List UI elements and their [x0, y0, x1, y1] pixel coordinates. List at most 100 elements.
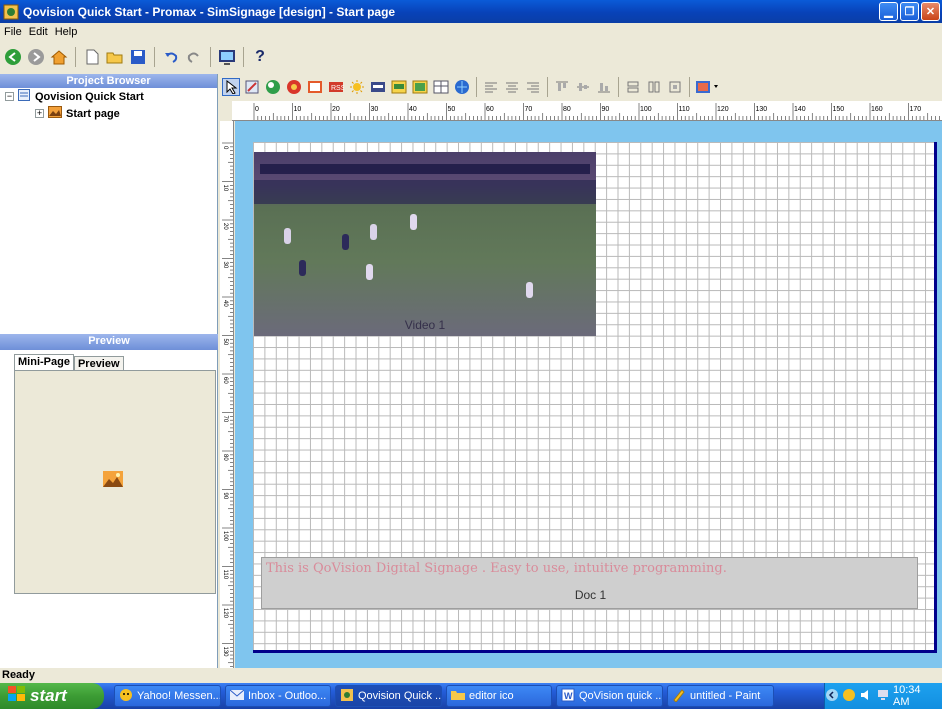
- ruler-label: 20: [222, 223, 228, 230]
- edit-tool-icon[interactable]: [243, 78, 261, 96]
- maximize-button[interactable]: ❐: [900, 2, 919, 21]
- flash-tool-icon[interactable]: [285, 78, 303, 96]
- preview-tabs: Mini-Page Preview: [14, 354, 124, 371]
- video-element[interactable]: Video 1: [254, 152, 596, 336]
- expand-icon[interactable]: +: [35, 109, 44, 118]
- ruler-label: 50: [222, 339, 228, 346]
- ruler-label: 100: [222, 531, 228, 542]
- clock-tool-icon[interactable]: [390, 78, 408, 96]
- align-left-icon[interactable]: [482, 78, 500, 96]
- web-tool-icon[interactable]: [264, 78, 282, 96]
- ticker-tool-icon[interactable]: [369, 78, 387, 96]
- weather-tool-icon[interactable]: [348, 78, 366, 96]
- document-element[interactable]: This is QoVision Digital Signage . Easy …: [261, 557, 918, 609]
- toolbar-separator: [547, 77, 548, 97]
- home-icon[interactable]: [50, 48, 68, 66]
- ruler-label: 40: [222, 300, 228, 307]
- tab-mini-page[interactable]: Mini-Page: [14, 354, 74, 371]
- ruler-label: 10: [294, 106, 302, 113]
- qovision-app-icon: [340, 688, 354, 705]
- main-toolbar: ?: [0, 44, 942, 70]
- video-player-figure: [299, 260, 306, 276]
- new-file-icon[interactable]: [83, 48, 101, 66]
- back-icon[interactable]: [4, 48, 22, 66]
- start-label: start: [30, 686, 67, 705]
- network-icon[interactable]: [876, 688, 890, 705]
- ruler-label: 60: [486, 106, 494, 113]
- word-doc-icon: W: [561, 688, 575, 705]
- taskbar-item-editor-ico[interactable]: editor ico: [446, 685, 552, 707]
- taskbar-item-outlook[interactable]: Inbox - Outloo...: [225, 685, 331, 707]
- windows-taskbar: start Yahoo! Messen... Inbox - Outloo...…: [0, 683, 942, 709]
- browser-tool-icon[interactable]: [453, 78, 471, 96]
- menu-help[interactable]: Help: [55, 26, 78, 38]
- taskbar-item-paint[interactable]: untitled - Paint: [667, 685, 774, 707]
- open-folder-icon[interactable]: [106, 48, 124, 66]
- ruler-label: 110: [222, 570, 228, 580]
- align-center-icon[interactable]: [503, 78, 521, 96]
- tree-item-project-root[interactable]: − Qovision Quick Start: [0, 88, 217, 105]
- save-icon[interactable]: [129, 48, 147, 66]
- tab-preview[interactable]: Preview: [73, 356, 124, 371]
- rss-tool-icon[interactable]: RSS: [327, 78, 345, 96]
- horizontal-ruler: 0 10 20 30 40 50 60 70 80 90 100 110 120 130 140 150 160…: [232, 101, 942, 121]
- windows-logo-icon: [8, 685, 26, 707]
- menu-edit[interactable]: Edit: [29, 26, 48, 38]
- redo-icon[interactable]: [185, 48, 203, 66]
- taskbar-item-word[interactable]: W QoVision quick ...: [556, 685, 663, 707]
- taskbar-item-yahoo[interactable]: Yahoo! Messen...: [114, 685, 221, 707]
- taskbar-item-label: Yahoo! Messen...: [137, 690, 221, 702]
- ruler-label: 20: [332, 106, 340, 113]
- undo-icon[interactable]: [162, 48, 180, 66]
- align-top-icon[interactable]: [553, 78, 571, 96]
- monitor-icon[interactable]: [218, 48, 236, 66]
- video-player-figure: [526, 282, 533, 298]
- toolbar-separator: [243, 47, 244, 67]
- menu-file[interactable]: File: [4, 26, 22, 38]
- toolbar-separator: [210, 47, 211, 67]
- ruler-label: 70: [222, 416, 228, 423]
- same-width-icon[interactable]: [624, 78, 642, 96]
- ruler-label: 110: [679, 106, 690, 113]
- align-middle-icon[interactable]: [574, 78, 592, 96]
- system-tray: 10:34 AM: [824, 683, 942, 709]
- ruler-label: 0: [222, 146, 228, 150]
- taskbar-item-qovision-active[interactable]: Qovision Quick ...: [335, 685, 442, 707]
- svg-text:RSS: RSS: [331, 85, 344, 92]
- taskbar-item-label: Inbox - Outloo...: [248, 690, 327, 702]
- messenger-tray-icon[interactable]: [842, 688, 856, 705]
- volume-icon[interactable]: [859, 688, 873, 705]
- start-button[interactable]: start: [0, 683, 104, 709]
- tree-item-start-page[interactable]: + Start page: [0, 105, 217, 122]
- same-size-icon[interactable]: [666, 78, 684, 96]
- ruler-label: 100: [640, 106, 652, 113]
- help-icon[interactable]: ?: [251, 48, 269, 66]
- video-player-figure: [410, 214, 417, 230]
- close-button[interactable]: ✕: [921, 2, 940, 21]
- paint-icon: [672, 688, 686, 705]
- menubar: File Edit Help: [0, 23, 942, 41]
- slideshow-tool-icon[interactable]: [411, 78, 429, 96]
- tree-item-label: Start page: [66, 107, 120, 120]
- pointer-icon[interactable]: [222, 78, 240, 96]
- tree-item-label: Qovision Quick Start: [35, 90, 144, 103]
- document-ticker-text: This is QoVision Digital Signage . Easy …: [266, 561, 727, 576]
- same-height-icon[interactable]: [645, 78, 663, 96]
- layout-dropdown-icon[interactable]: [695, 78, 721, 96]
- table-tool-icon[interactable]: [432, 78, 450, 96]
- design-toolbar: RSS: [220, 74, 942, 100]
- align-right-icon[interactable]: [524, 78, 542, 96]
- image-tool-icon[interactable]: [306, 78, 324, 96]
- minimize-button[interactable]: ▁: [879, 2, 898, 21]
- ruler-label: 10: [222, 185, 228, 192]
- ruler-label: 30: [222, 262, 228, 269]
- toolbar-separator: [154, 47, 155, 67]
- tray-expand-icon[interactable]: [825, 688, 839, 705]
- align-bottom-icon[interactable]: [595, 78, 613, 96]
- collapse-icon[interactable]: −: [5, 92, 14, 101]
- vertical-ruler: 0 10 20 30 40 50 60 70 80 90 100 110 120 130: [220, 121, 234, 668]
- video-player-figure: [370, 224, 377, 240]
- forward-icon[interactable]: [27, 48, 45, 66]
- page-thumbnail-icon[interactable]: [103, 471, 123, 487]
- ruler-label: 80: [563, 106, 571, 113]
